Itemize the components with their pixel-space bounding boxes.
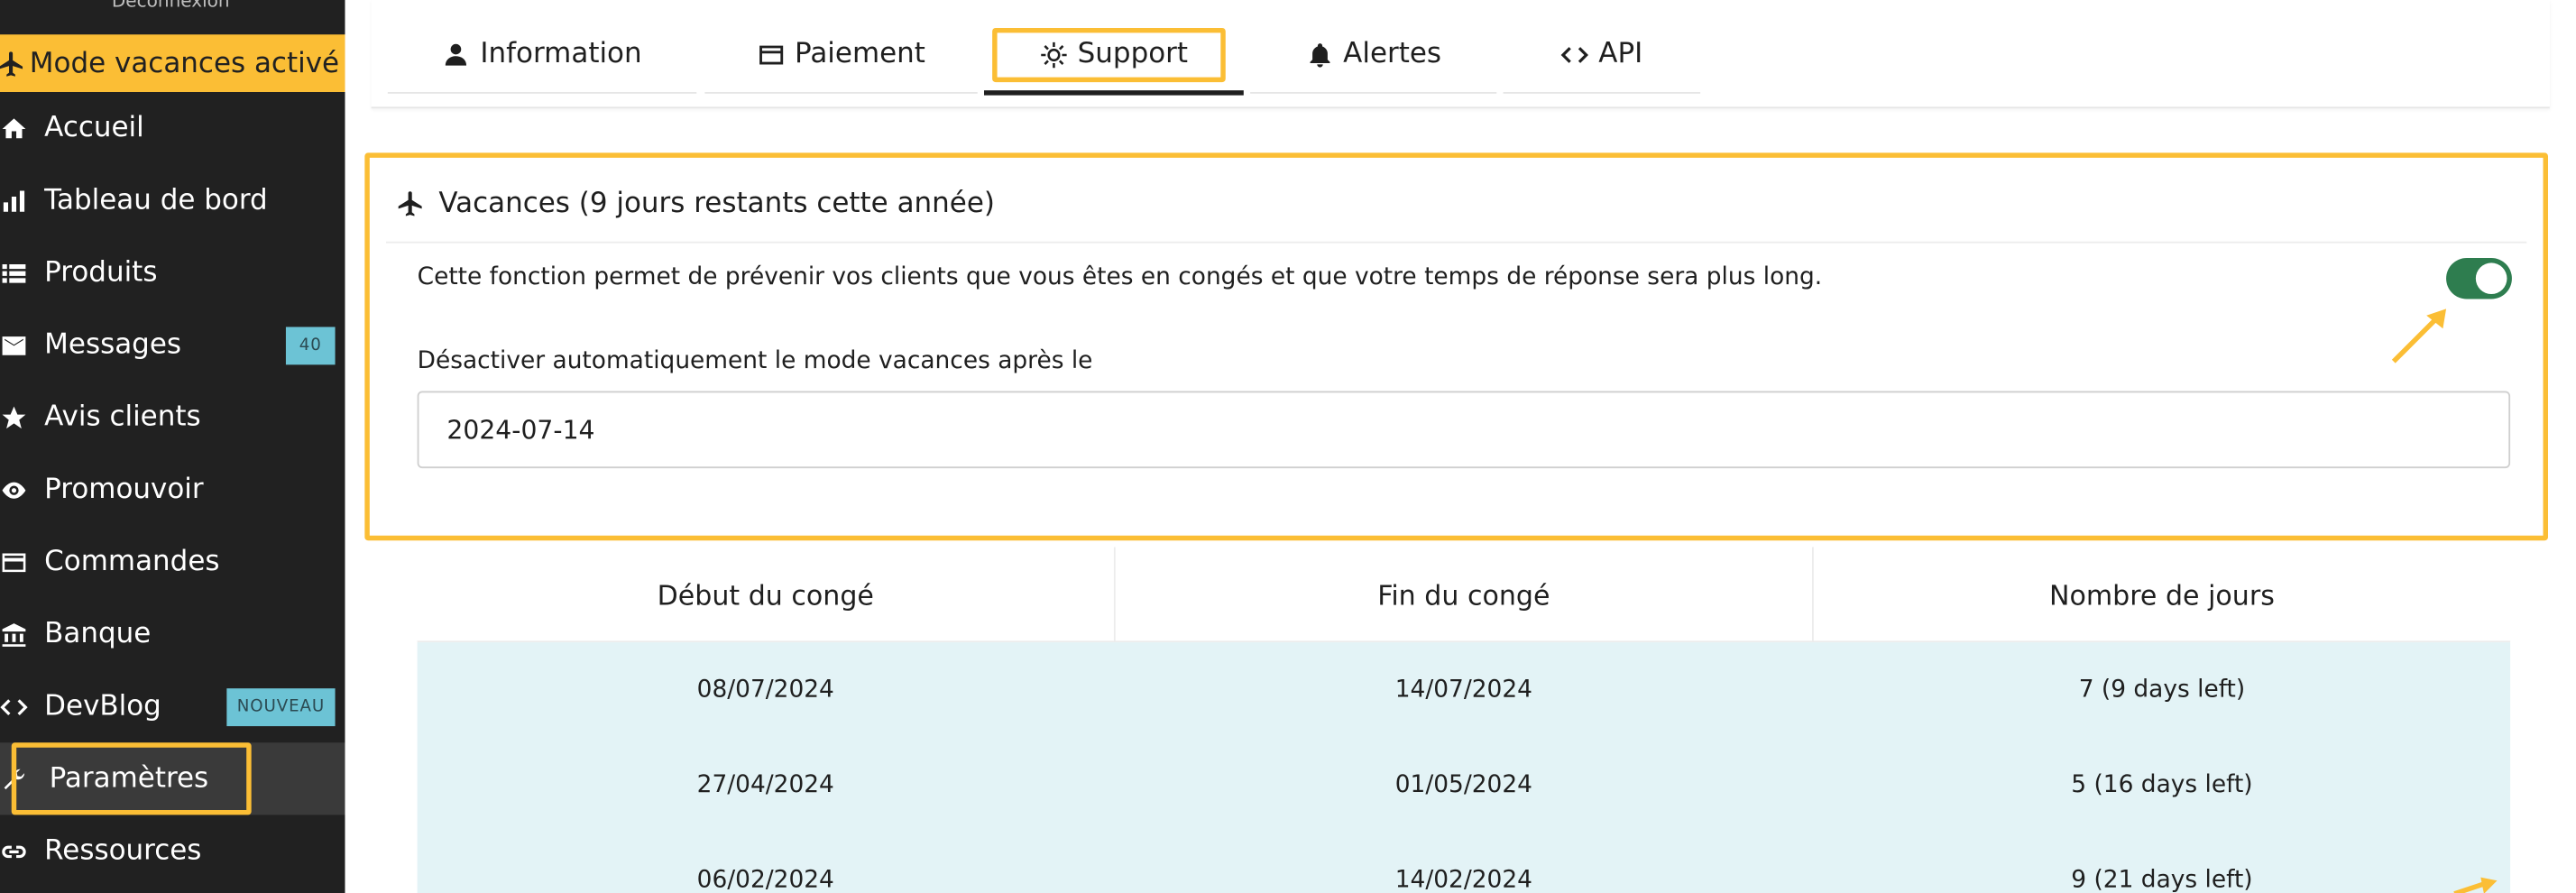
person-icon	[446, 42, 467, 65]
sidebar-item-promouvoir[interactable]: Promouvoir	[0, 454, 345, 526]
vacation-description: Cette fonction permet de prévenir vos cl…	[417, 264, 1823, 291]
bell-icon	[1309, 42, 1329, 67]
table-cell: 7 (9 days left)	[2078, 677, 2246, 704]
vacation-mode-label: Mode vacances activé	[29, 46, 340, 80]
tab-label: Information	[480, 37, 642, 71]
tab-divider	[387, 91, 697, 94]
tab-information[interactable]: Information	[388, 16, 696, 92]
tab-api[interactable]: API	[1504, 16, 1701, 92]
sidebar-item-label: Commandes	[44, 545, 220, 579]
vacation-title: Vacances (9 jours restants cette année)	[396, 188, 995, 220]
sidebar-item-label: Ressources	[44, 834, 202, 868]
sidebar-item-accueil[interactable]: Accueil	[0, 92, 345, 164]
tab-alertes[interactable]: Alertes	[1250, 16, 1496, 92]
envelope-icon	[2, 336, 26, 354]
table-cell: 14/07/2024	[1394, 677, 1532, 704]
sidebar-item-banque[interactable]: Banque	[0, 598, 345, 670]
sidebar-item-tableau-de-bord[interactable]: Tableau de bord	[0, 164, 345, 236]
tab-divider	[704, 91, 978, 94]
auto-disable-date-field[interactable]	[417, 391, 2511, 469]
tab-label: Paiement	[795, 37, 925, 71]
parametres-highlight	[11, 742, 252, 815]
vacation-mode-banner[interactable]: Mode vacances activé	[0, 34, 345, 92]
tab-label: Alertes	[1343, 37, 1442, 71]
annotation-arrow	[2453, 877, 2498, 893]
support-tab-highlight	[992, 27, 1226, 83]
sidebar-item-label: Tableau de bord	[44, 183, 268, 217]
active-tab-indicator	[984, 90, 1244, 96]
messages-count-badge: 40	[285, 327, 336, 365]
sidebar-item-label: Banque	[44, 617, 152, 651]
sidebar: Déconnexion Mode vacances activé Accueil…	[0, 0, 345, 893]
table-cell: 08/07/2024	[696, 677, 834, 704]
credit-card-icon	[759, 44, 783, 64]
vacation-title-text: Vacances (9 jours restants cette année)	[438, 187, 995, 221]
auto-disable-label: Désactiver automatiquement le mode vacan…	[417, 348, 1093, 375]
code-icon	[1560, 46, 1589, 62]
table-cell: 9 (21 days left)	[2071, 867, 2253, 893]
tab-divider	[1503, 91, 1701, 94]
sidebar-item-produits[interactable]: Produits	[0, 236, 345, 308]
eye-icon	[2, 481, 26, 498]
home-icon	[2, 117, 26, 138]
credit-card-icon	[2, 552, 26, 572]
sidebar-item-commandes[interactable]: Commandes	[0, 526, 345, 598]
column-header-start: Début du congé	[657, 579, 874, 611]
tab-divider	[1250, 91, 1497, 94]
vacation-toggle[interactable]	[2446, 257, 2512, 299]
sidebar-item-label: Accueil	[44, 111, 144, 145]
tab-paiement[interactable]: Paiement	[704, 16, 977, 92]
table-row: 08/07/2024 14/07/2024 7 (9 days left)	[418, 642, 2510, 738]
sidebar-item-avis-clients[interactable]: Avis clients	[0, 382, 345, 454]
table-cell: 27/04/2024	[696, 772, 834, 799]
table-cell: 14/02/2024	[1394, 867, 1532, 893]
sidebar-item-ressources[interactable]: Ressources	[0, 815, 345, 887]
sidebar-item-messages[interactable]: Messages 40	[0, 308, 345, 381]
vacation-card: Vacances (9 jours restants cette année) …	[364, 152, 2548, 541]
tab-label: API	[1598, 37, 1643, 71]
sidebar-item-label: Avis clients	[44, 400, 201, 434]
column-header-days: Nombre de jours	[2048, 579, 2275, 611]
table-header: Début du congé Fin du congé Nombre de jo…	[417, 547, 2511, 643]
bar-chart-icon	[3, 189, 25, 211]
column-header-end: Fin du congé	[1377, 579, 1550, 611]
divider	[386, 241, 2527, 244]
link-icon	[2, 844, 26, 858]
sidebar-item-label: DevBlog	[44, 689, 161, 723]
airplane-icon	[398, 191, 422, 216]
table-cell: 06/02/2024	[696, 867, 834, 893]
new-badge: NOUVEAU	[226, 688, 336, 727]
table-cell: 5 (16 days left)	[2071, 772, 2253, 799]
bank-icon	[2, 622, 26, 646]
list-icon	[2, 263, 26, 282]
sidebar-item-label: Produits	[44, 256, 158, 290]
sidebar-item-devblog[interactable]: DevBlog NOUVEAU	[0, 670, 345, 742]
airplane-icon	[0, 51, 23, 76]
table-row: 27/04/2024 01/05/2024 5 (16 days left)	[418, 738, 2510, 833]
sidebar-item-label: Promouvoir	[44, 473, 204, 506]
sidebar-item-label: Messages	[44, 328, 182, 362]
annotation-arrow	[2391, 308, 2447, 364]
table-body: 08/07/2024 14/07/2024 7 (9 days left) 27…	[417, 642, 2511, 893]
toggle-knob	[2475, 262, 2507, 295]
logout-link[interactable]: Déconnexion	[112, 0, 230, 12]
table-cell: 01/05/2024	[1394, 772, 1532, 799]
code-icon	[0, 698, 28, 715]
table-row: 06/02/2024 14/02/2024 9 (21 days left)	[418, 833, 2510, 893]
star-icon	[2, 405, 26, 428]
